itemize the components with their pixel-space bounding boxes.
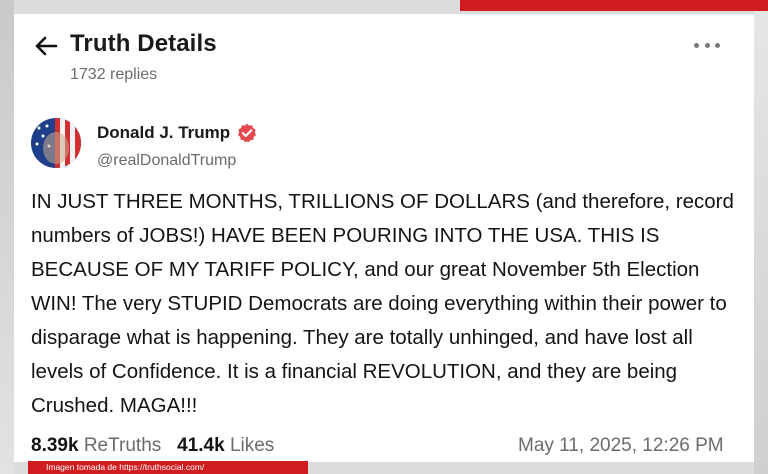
retruths-label: ReTruths — [83, 435, 162, 456]
post-stats: 8.39k ReTruths 41.4k Likes — [31, 435, 274, 457]
page-title: Truth Details — [70, 30, 217, 57]
retruths-count: 8.39k — [31, 435, 79, 456]
source-caption: Imagen tomada de https://truthsocial.com… — [46, 462, 205, 472]
retruths-stat[interactable]: 8.39k ReTruths — [31, 435, 161, 456]
more-dot — [715, 42, 720, 48]
decorative-red-bar — [460, 0, 768, 11]
post-body: IN JUST THREE MONTHS, TRILLIONS OF DOLLA… — [31, 190, 734, 417]
more-dot — [694, 42, 699, 48]
page-header: Truth Details 1732 replies — [14, 14, 754, 114]
author-handle[interactable]: @realDonaldTrump — [97, 152, 236, 170]
background-strip-right — [754, 0, 768, 474]
avatar[interactable] — [31, 118, 81, 168]
background-strip-left — [0, 0, 14, 474]
author-name[interactable]: Donald J. Trump — [97, 123, 230, 143]
likes-label: Likes — [229, 435, 275, 456]
back-arrow-icon[interactable] — [34, 36, 58, 56]
likes-stat[interactable]: 41.4k Likes — [177, 435, 274, 456]
more-options-icon[interactable] — [694, 40, 720, 50]
verified-badge-icon — [237, 123, 257, 143]
replies-count: 1732 replies — [70, 66, 158, 83]
more-dot — [704, 42, 710, 48]
post-card: Truth Details 1732 replies Donald J. Tru… — [14, 14, 754, 462]
likes-count: 41.4k — [177, 435, 225, 456]
post-timestamp: May 11, 2025, 12:26 PM — [518, 435, 724, 456]
